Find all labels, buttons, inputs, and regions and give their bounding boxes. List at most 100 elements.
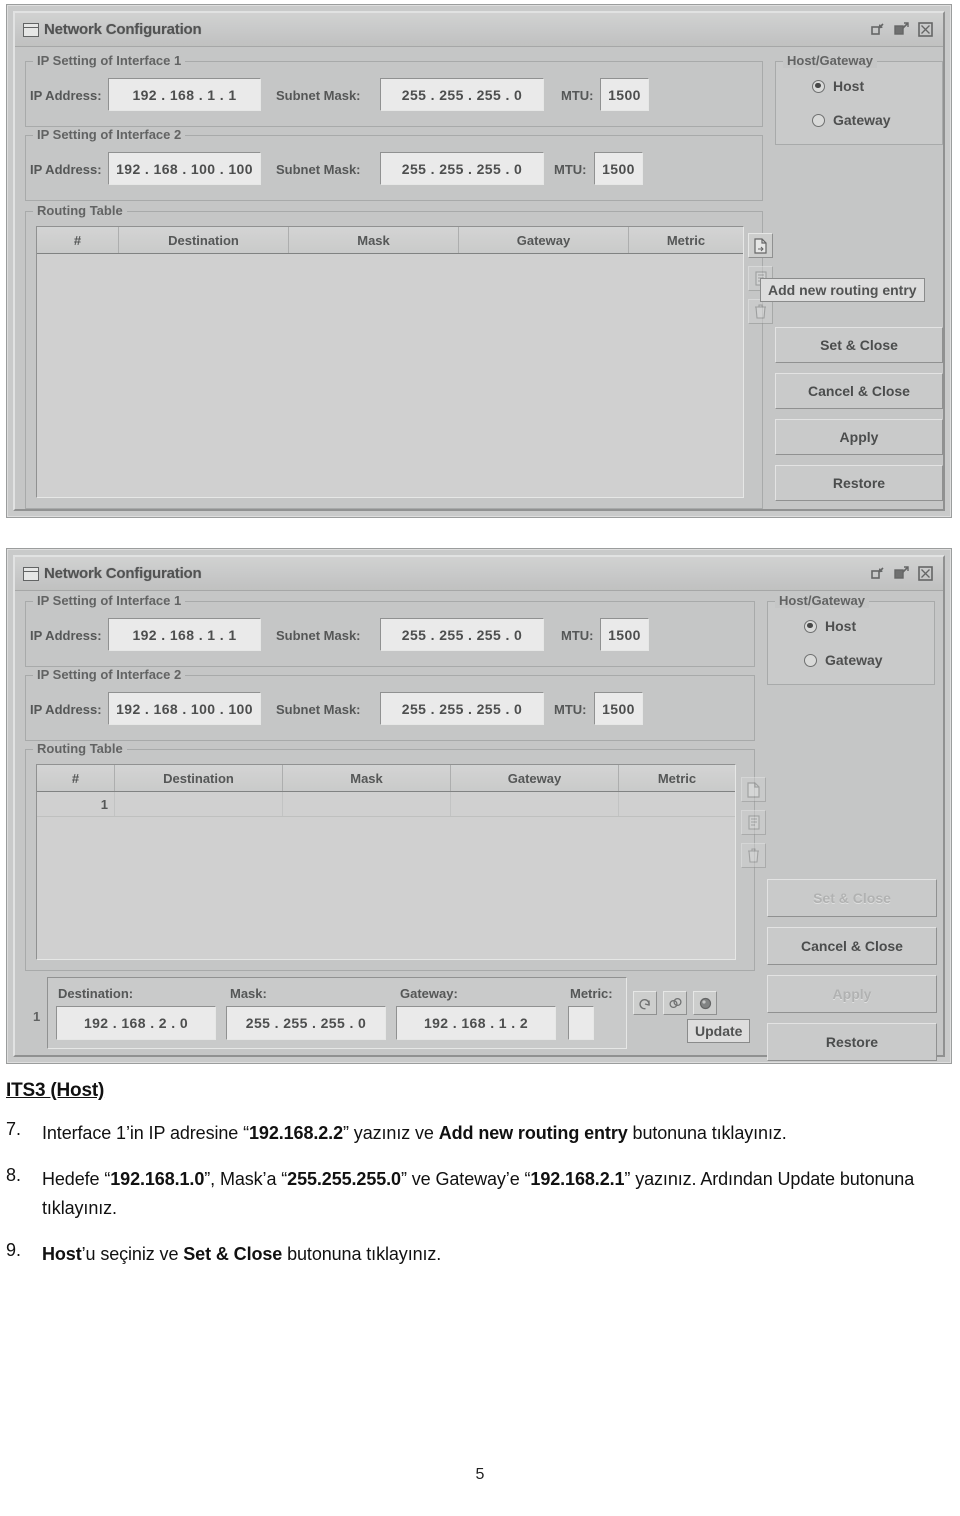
network-configuration-dialog-2: Network Configuration IP Setting of Inte…	[13, 555, 945, 1061]
cell-destination	[115, 792, 283, 816]
network-configuration-dialog-1: Network Configuration IP Setting of Inte…	[13, 11, 945, 511]
list-item-number: 7.	[6, 1119, 22, 1139]
dialog-title: Network Configuration	[44, 565, 202, 582]
label-mtu-1: MTU:	[561, 88, 594, 103]
edit-row-index: 1	[33, 1009, 41, 1024]
th-number: #	[37, 765, 115, 791]
routing-table-2[interactable]: # Destination Mask Gateway Metric 1	[36, 764, 736, 960]
table-row[interactable]: 1	[37, 792, 735, 817]
label-mtu-2: MTU:	[554, 162, 587, 177]
input-ip-address-1[interactable]: 192 . 168 . 1 . 1	[108, 618, 261, 651]
input-ip-address-1[interactable]: 192 . 168 . 1 . 1	[108, 78, 261, 111]
window-icon	[23, 22, 39, 37]
dialog-titlebar-1[interactable]: Network Configuration	[15, 13, 943, 47]
input-metric[interactable]	[568, 1006, 594, 1040]
dialog-title: Network Configuration	[44, 21, 202, 38]
add-routing-entry-icon-button[interactable]	[748, 233, 773, 258]
radio-gateway-1[interactable]: Gateway	[812, 112, 891, 128]
input-gateway[interactable]: 192 . 168 . 1 . 2	[396, 1006, 556, 1040]
minimize-icon[interactable]	[869, 21, 886, 38]
th-metric: Metric	[619, 765, 735, 791]
restore-button-2[interactable]: Restore	[767, 1023, 937, 1061]
input-mtu-1[interactable]: 1500	[600, 78, 649, 111]
radio-label-gateway: Gateway	[833, 112, 891, 128]
input-subnet-mask-2[interactable]: 255 . 255 . 255 . 0	[380, 692, 544, 725]
undo-entry-icon-button[interactable]	[633, 991, 657, 1015]
th-metric: Metric	[629, 227, 743, 253]
radio-button-host-icon[interactable]	[812, 79, 825, 93]
label-ip-address-2: IP Address:	[30, 702, 102, 717]
window-icon	[23, 566, 39, 581]
close-icon[interactable]	[917, 21, 934, 38]
cancel-and-close-button-1[interactable]: Cancel & Close	[775, 373, 943, 409]
input-mtu-2[interactable]: 1500	[594, 692, 643, 725]
update-entry-icon-button[interactable]	[693, 991, 717, 1015]
input-ip-address-2[interactable]: 192 . 168 . 100 . 100	[108, 692, 261, 725]
radio-label-gateway: Gateway	[825, 652, 883, 668]
set-and-close-button-2[interactable]: Set & Close	[767, 879, 937, 917]
radio-button-gateway-icon[interactable]	[804, 653, 817, 667]
add-routing-entry-icon-button[interactable]	[741, 777, 766, 802]
cancel-and-close-button-2[interactable]: Cancel & Close	[767, 927, 937, 965]
apply-button-1[interactable]: Apply	[775, 419, 943, 455]
radio-button-host-icon[interactable]	[804, 619, 817, 633]
group-legend-routing-table-2: Routing Table	[33, 741, 127, 756]
label-metric: Metric:	[570, 986, 613, 1001]
restore-button-1[interactable]: Restore	[775, 465, 943, 501]
label-subnet-mask-1: Subnet Mask:	[276, 628, 361, 643]
cell-gateway	[451, 792, 619, 816]
label-subnet-mask-1: Subnet Mask:	[276, 88, 361, 103]
apply-button-2[interactable]: Apply	[767, 975, 937, 1013]
label-mtu-2: MTU:	[554, 702, 587, 717]
list-item-text: Interface 1’in IP adresine “192.168.2.2”…	[42, 1123, 787, 1143]
radio-host-1[interactable]: Host	[812, 78, 864, 94]
window-controls-1	[869, 21, 934, 38]
label-gateway: Gateway:	[400, 986, 458, 1001]
dialog-titlebar-2[interactable]: Network Configuration	[15, 557, 943, 591]
label-subnet-mask-2: Subnet Mask:	[276, 162, 361, 177]
minimize-icon[interactable]	[869, 565, 886, 582]
apply-entry-icon-button[interactable]	[663, 991, 687, 1015]
group-host-gateway-2: Host/Gateway Host Gateway	[767, 593, 935, 685]
label-destination: Destination:	[58, 986, 134, 1001]
radio-gateway-2[interactable]: Gateway	[804, 652, 883, 668]
page-title: ITS3 (Host)	[6, 1080, 105, 1101]
routing-table-1[interactable]: # Destination Mask Gateway Metric	[36, 226, 744, 498]
input-ip-address-2[interactable]: 192 . 168 . 100 . 100	[108, 152, 261, 185]
th-mask: Mask	[283, 765, 451, 791]
group-legend-interface-2: IP Setting of Interface 2	[33, 667, 186, 682]
th-destination: Destination	[119, 227, 289, 253]
input-mtu-2[interactable]: 1500	[594, 152, 643, 185]
edit-routing-entry-icon-button[interactable]	[741, 810, 766, 835]
input-mask[interactable]: 255 . 255 . 255 . 0	[226, 1006, 386, 1040]
group-routing-table-2: Routing Table # Destination Mask Gateway…	[25, 741, 755, 971]
list-item-number: 9.	[6, 1240, 22, 1261]
routing-table-header-2: # Destination Mask Gateway Metric	[37, 765, 735, 792]
maximize-icon[interactable]	[893, 565, 910, 582]
page-number: 5	[475, 1466, 485, 1483]
radio-label-host: Host	[825, 618, 857, 634]
tooltip-add-new-routing-entry: Add new routing entry	[760, 278, 925, 302]
instruction-list: 7. Interface 1’in IP adresine “192.168.2.…	[0, 1119, 960, 1270]
input-mtu-1[interactable]: 1500	[600, 618, 649, 651]
group-legend-interface-1: IP Setting of Interface 1	[33, 53, 186, 68]
label-ip-address-1: IP Address:	[30, 88, 102, 103]
delete-routing-entry-icon-button[interactable]	[748, 299, 773, 324]
radio-host-2[interactable]: Host	[804, 618, 856, 634]
set-and-close-button-1[interactable]: Set & Close	[775, 327, 943, 363]
radio-button-gateway-icon[interactable]	[812, 113, 825, 127]
input-subnet-mask-2[interactable]: 255 . 255 . 255 . 0	[380, 152, 544, 185]
cell-metric	[619, 792, 735, 816]
group-host-gateway-1: Host/Gateway Host Gateway	[775, 53, 943, 145]
th-mask: Mask	[289, 227, 459, 253]
input-subnet-mask-1[interactable]: 255 . 255 . 255 . 0	[380, 78, 544, 111]
th-gateway: Gateway	[451, 765, 619, 791]
group-legend-host-gateway-1: Host/Gateway	[783, 53, 877, 68]
maximize-icon[interactable]	[893, 21, 910, 38]
input-destination[interactable]: 192 . 168 . 2 . 0	[56, 1006, 216, 1040]
group-legend-host-gateway-2: Host/Gateway	[775, 593, 869, 608]
close-icon[interactable]	[917, 565, 934, 582]
list-item: 8. Hedefe “192.168.1.0”, Mask’a “255.255.…	[0, 1165, 960, 1223]
delete-routing-entry-icon-button[interactable]	[741, 843, 766, 868]
input-subnet-mask-1[interactable]: 255 . 255 . 255 . 0	[380, 618, 544, 651]
